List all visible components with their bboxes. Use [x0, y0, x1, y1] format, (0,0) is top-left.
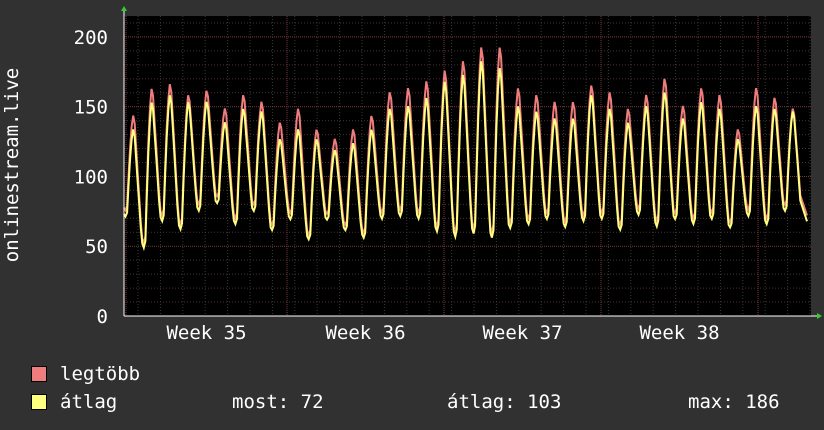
x-tick-label: Week 36: [325, 322, 405, 344]
y-tick-label: 150: [74, 97, 108, 119]
stat-current: most: 72: [232, 391, 324, 413]
x-tick-label: Week 38: [639, 322, 719, 344]
y-axis-label: onlinestream.live: [1, 67, 23, 263]
y-tick-label: 100: [74, 166, 108, 188]
y-axis-arrow-icon: [121, 6, 127, 11]
y-tick-label: 0: [97, 306, 108, 328]
x-tick-label: Week 37: [482, 322, 562, 344]
y-tick-label: 50: [85, 236, 108, 258]
x-tick-label: Week 35: [166, 322, 246, 344]
y-tick-label: 200: [74, 27, 108, 49]
stat-maximum: max: 186: [688, 391, 780, 413]
chart-area: 0 50 100 150 200 Week 35 Week 36 Week 37 Week 38: [74, 6, 822, 344]
x-axis-arrow-icon: [817, 313, 822, 319]
stat-average: átlag: 103: [447, 391, 562, 413]
